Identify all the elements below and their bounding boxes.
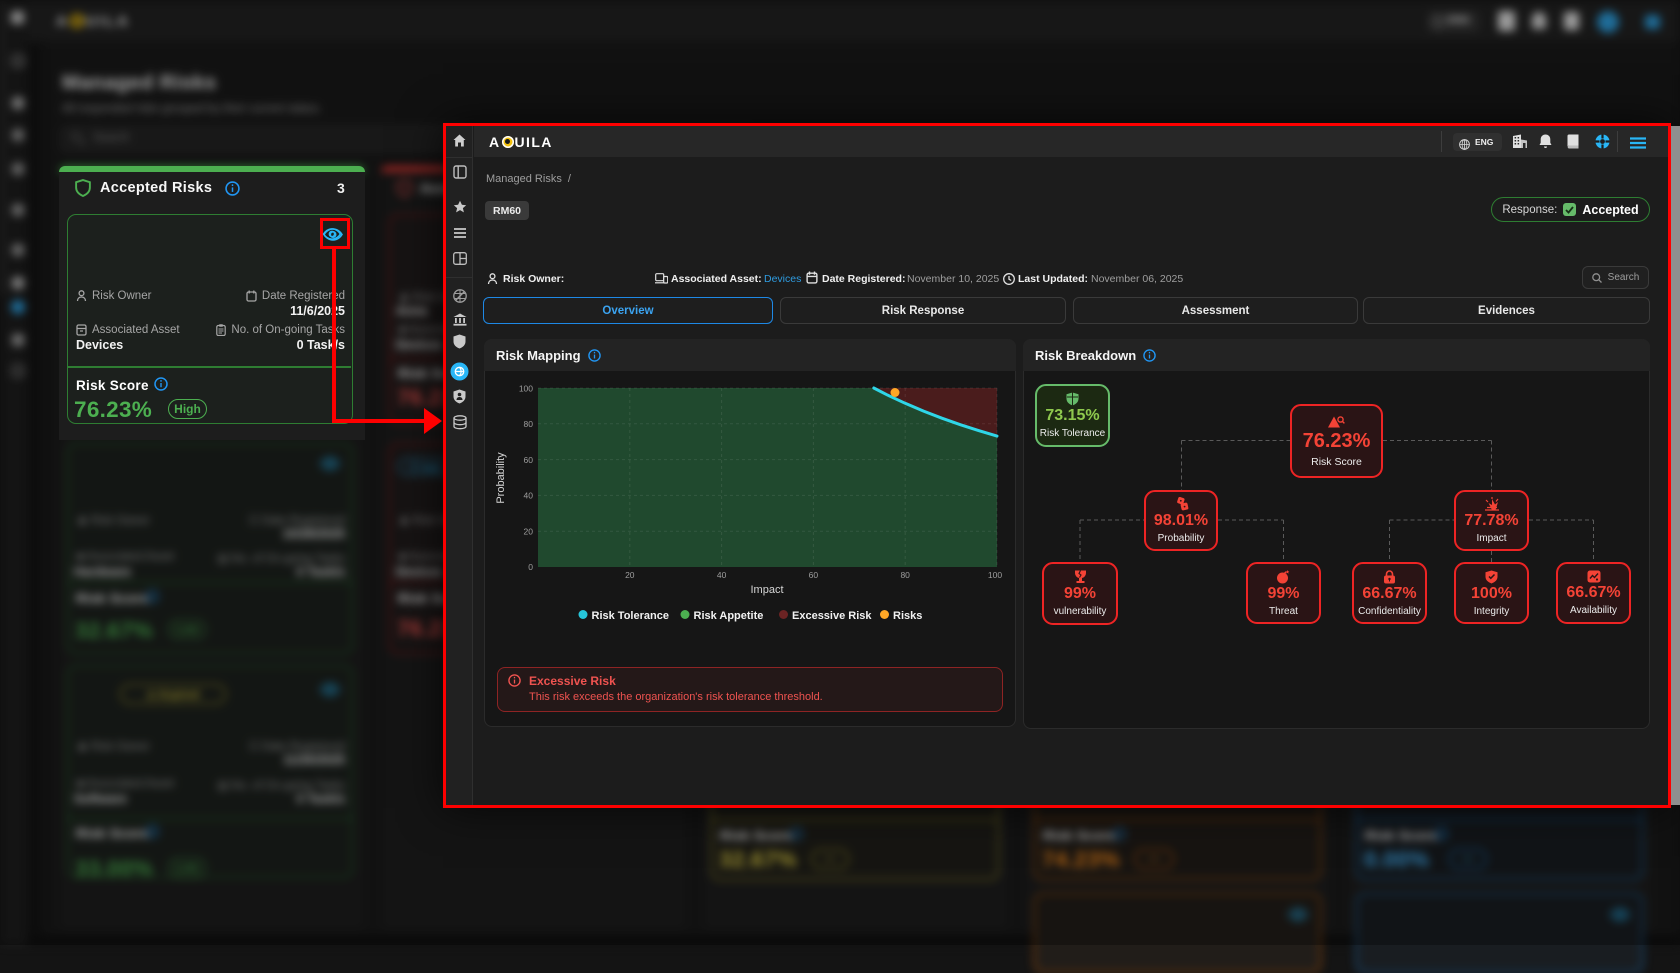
svg-text:Risk Appetite: Risk Appetite	[694, 610, 764, 622]
svg-text:100: 100	[988, 570, 1002, 580]
svg-text:40: 40	[524, 491, 534, 501]
svg-text:100: 100	[519, 383, 533, 393]
svg-text:80: 80	[900, 570, 910, 580]
svg-text:Excessive Risk: Excessive Risk	[792, 610, 872, 622]
svg-text:Probability: Probability	[495, 452, 507, 504]
svg-text:60: 60	[809, 570, 819, 580]
svg-text:40: 40	[717, 570, 727, 580]
svg-text:20: 20	[524, 527, 534, 537]
svg-text:0: 0	[528, 562, 533, 572]
svg-text:60: 60	[524, 455, 534, 465]
svg-text:Impact: Impact	[750, 584, 783, 596]
svg-text:20: 20	[625, 570, 635, 580]
svg-text:Risks: Risks	[893, 610, 922, 622]
svg-text:Risk Tolerance: Risk Tolerance	[592, 610, 669, 622]
svg-text:80: 80	[524, 419, 534, 429]
